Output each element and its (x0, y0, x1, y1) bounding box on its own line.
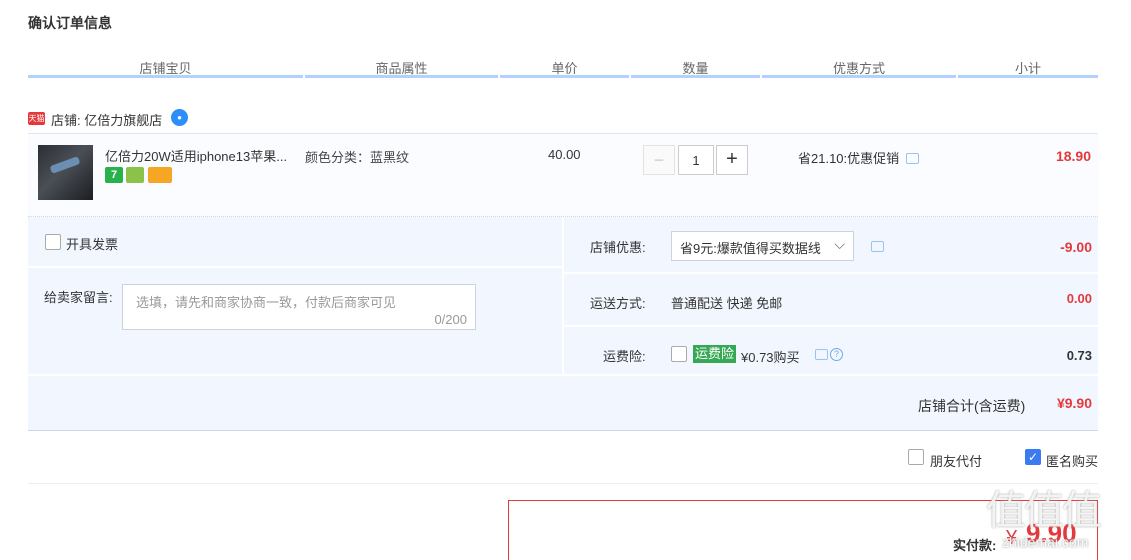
column-header-price: 单价 (500, 58, 629, 78)
message-char-counter: 0/200 (434, 312, 467, 327)
item-subtotal: 18.90 (1055, 148, 1091, 164)
shop-discount-amount: -9.00 (1060, 239, 1092, 255)
insurance-price: ¥0.73购买 (741, 350, 800, 365)
unit-price: 40.00 (548, 147, 581, 162)
column-header-shop-item: 店铺宝贝 (28, 58, 303, 78)
quantity-input[interactable] (678, 145, 714, 175)
panel-divider (562, 217, 564, 375)
shop-discount-value: 省9元:爆款值得买数据线 (680, 241, 821, 256)
panel-divider (28, 374, 1098, 376)
column-header-quantity: 数量 (631, 58, 760, 78)
watermark-url: zhidemai.com (1002, 534, 1089, 550)
payment-label: 实付款: (953, 538, 997, 553)
shipping-amount: 0.00 (1066, 291, 1092, 306)
guarantee-icon[interactable] (126, 167, 144, 183)
message-placeholder: 选填，请先和商家协商一致，付款后商家可见 (136, 295, 397, 310)
insurance-amount: 0.73 (1066, 348, 1092, 363)
promotion-text: 省21.10:优惠促销 (798, 151, 900, 166)
panel-divider (564, 325, 1098, 327)
tmall-icon: 天猫 (28, 112, 45, 125)
seven-day-return-icon[interactable]: 7 (105, 167, 123, 183)
product-name-link[interactable]: 亿倍力20W适用iphone13苹果... (105, 146, 297, 165)
credit-card-icon[interactable] (148, 167, 172, 183)
seller-message-textarea[interactable]: 选填，请先和商家协商一致，付款后商家可见 0/200 (122, 284, 476, 330)
watermark-logo: 值值值 (986, 488, 1102, 534)
shipping-method: 普通配送 快递 免邮 (671, 296, 783, 311)
column-header-subtotal: 小计 (958, 58, 1098, 78)
insurance-tag: 运费险 (693, 345, 737, 363)
shop-discount-label: 店铺优惠: (590, 240, 646, 255)
divider (28, 483, 1098, 484)
help-icon[interactable]: ? (830, 348, 843, 361)
insurance-checkbox[interactable] (671, 346, 687, 362)
comment-icon[interactable] (815, 349, 828, 360)
quantity-decrease-button[interactable]: − (643, 145, 675, 175)
insurance-label: 运费险: (603, 349, 646, 364)
shop-total-label: 店铺合计(含运费) (918, 398, 1026, 414)
shop-total-amount: ¥9.90 (1056, 395, 1092, 411)
invoice-checkbox[interactable] (45, 234, 61, 250)
panel-divider (564, 272, 1098, 274)
comment-icon[interactable] (906, 153, 919, 164)
anonymous-label: 匿名购买 (1046, 454, 1099, 469)
shop-name-link[interactable]: 店铺: 亿倍力旗舰店 (51, 110, 162, 129)
shop-discount-select[interactable]: 省9元:爆款值得买数据线 ⌵ (671, 231, 854, 261)
friend-pay-label: 朋友代付 (930, 454, 983, 469)
comment-icon[interactable] (871, 241, 884, 252)
column-header-property: 商品属性 (305, 58, 498, 78)
shipping-label: 运送方式: (590, 296, 646, 311)
message-label: 给卖家留言: (44, 290, 113, 305)
column-header-discount: 优惠方式 (762, 58, 956, 78)
panel-divider (28, 266, 562, 268)
wangwang-chat-icon[interactable]: ● (171, 109, 188, 126)
anonymous-checkbox[interactable]: ✓ (1025, 449, 1041, 465)
page-title: 确认订单信息 (28, 15, 112, 31)
quantity-increase-button[interactable]: + (716, 145, 748, 175)
product-thumbnail[interactable] (38, 145, 93, 200)
invoice-label: 开具发票 (66, 237, 119, 252)
friend-pay-checkbox[interactable] (908, 449, 924, 465)
chevron-down-icon: ⌵ (834, 236, 845, 252)
product-property: 颜色分类：蓝黑纹 (305, 150, 410, 165)
